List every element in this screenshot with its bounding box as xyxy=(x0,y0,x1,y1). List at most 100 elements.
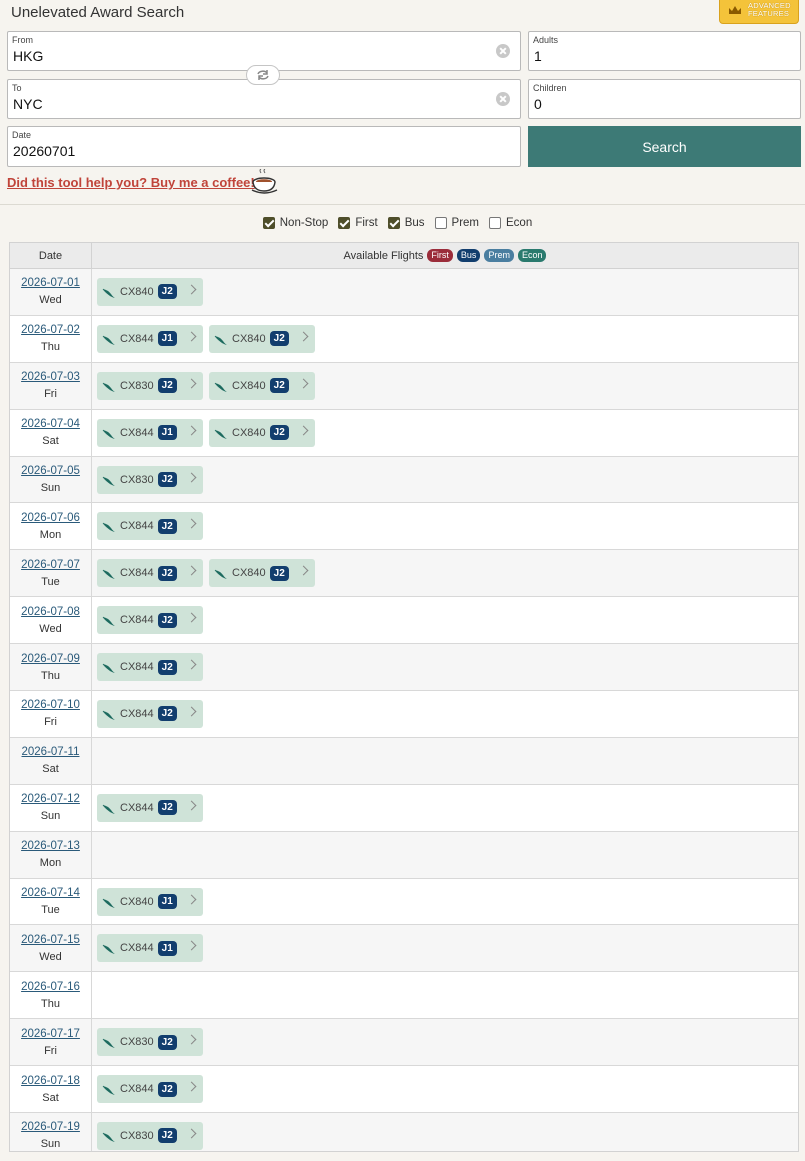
adults-input[interactable] xyxy=(534,48,751,64)
flight-chip[interactable]: CX840 J2 xyxy=(209,371,315,400)
flight-chip[interactable]: CX830 J2 xyxy=(97,1028,203,1057)
date-link[interactable]: 2026-07-15 xyxy=(21,934,80,946)
legend-badge-prem: Prem xyxy=(484,249,514,262)
flight-chip[interactable]: CX844 J2 xyxy=(97,512,203,541)
to-input[interactable] xyxy=(13,96,423,112)
table-row: 2026-07-15 Wed CX844 J1 xyxy=(10,925,798,973)
children-input[interactable] xyxy=(534,96,751,112)
date-link[interactable]: 2026-07-02 xyxy=(21,324,80,336)
date-field[interactable]: Date xyxy=(7,126,521,167)
weekday-label: Sun xyxy=(40,1138,61,1151)
flight-chip[interactable]: CX844 J2 xyxy=(97,606,203,635)
flight-chip[interactable]: CX844 J1 xyxy=(97,934,203,963)
date-link[interactable]: 2026-07-17 xyxy=(21,1028,80,1040)
flight-chip[interactable]: CX840 J1 xyxy=(97,887,203,916)
flight-chip[interactable]: CX844 J2 xyxy=(97,653,203,682)
date-link[interactable]: 2026-07-12 xyxy=(21,793,80,805)
flights-header-label: Available Flights xyxy=(343,249,424,262)
flight-chip[interactable]: CX840 J2 xyxy=(97,277,203,306)
flight-chip[interactable]: CX830 J2 xyxy=(97,465,203,494)
filter-label: First xyxy=(355,217,378,229)
airline-logo-icon xyxy=(102,567,116,580)
advanced-features-button[interactable]: ADVANCED FEATURES xyxy=(719,0,799,24)
flights-cell: CX830 J2 xyxy=(92,1019,798,1065)
date-link[interactable]: 2026-07-07 xyxy=(21,559,80,571)
date-cell: 2026-07-17 Fri xyxy=(10,1019,92,1066)
flights-cell: CX844 J2 CX840 J2 xyxy=(92,550,798,596)
search-button[interactable]: Search xyxy=(528,126,801,167)
weekday-label: Wed xyxy=(39,950,62,963)
filter-checkbox[interactable] xyxy=(434,217,447,229)
seat-class-badge: J2 xyxy=(157,800,177,816)
table-header: Date Available Flights First Bus Prem Econ xyxy=(10,243,798,269)
table-row: 2026-07-07 Tue CX844 J2 CX840 J2 xyxy=(10,550,798,598)
filter-non-stop[interactable]: Non-Stop xyxy=(262,217,328,229)
chevron-right-icon xyxy=(186,284,197,295)
airline-logo-icon xyxy=(102,942,116,955)
filter-checkbox[interactable] xyxy=(387,217,400,229)
flight-chip[interactable]: CX840 J2 xyxy=(209,418,315,447)
filter-bus[interactable]: Bus xyxy=(387,217,425,229)
clear-to-icon[interactable] xyxy=(496,92,510,106)
filter-econ[interactable]: Econ xyxy=(489,217,532,229)
filter-checkbox[interactable] xyxy=(489,217,502,229)
flight-number: CX840 xyxy=(232,567,266,580)
date-cell: 2026-07-09 Thu xyxy=(10,644,92,691)
flight-chip[interactable]: CX844 J1 xyxy=(97,324,203,353)
flights-cell xyxy=(92,738,798,784)
date-link[interactable]: 2026-07-10 xyxy=(21,699,80,711)
chevron-right-icon xyxy=(186,659,197,670)
airline-logo-icon xyxy=(214,333,228,345)
seat-class-badge: J2 xyxy=(157,706,177,722)
date-link[interactable]: 2026-07-14 xyxy=(21,887,80,899)
filter-prem[interactable]: Prem xyxy=(434,217,479,229)
date-link[interactable]: 2026-07-19 xyxy=(21,1121,80,1133)
flight-chip[interactable]: CX830 J2 xyxy=(97,371,203,400)
from-label: From xyxy=(12,35,33,45)
date-link[interactable]: 2026-07-04 xyxy=(21,418,80,430)
airline-logo-icon xyxy=(102,1083,116,1096)
date-link[interactable]: 2026-07-16 xyxy=(21,981,80,993)
flight-chip[interactable]: CX840 J2 xyxy=(209,559,315,588)
filter-first[interactable]: First xyxy=(338,217,378,229)
flight-chip[interactable]: CX840 J2 xyxy=(209,324,315,353)
date-link[interactable]: 2026-07-05 xyxy=(21,465,80,477)
date-link[interactable]: 2026-07-18 xyxy=(21,1075,80,1087)
table-row: 2026-07-02 Thu CX844 J1 CX840 J2 xyxy=(10,315,798,363)
adults-field[interactable]: Adults xyxy=(528,31,801,71)
date-link[interactable]: 2026-07-03 xyxy=(21,371,80,383)
date-link[interactable]: 2026-07-01 xyxy=(21,277,80,289)
seat-class-badge: J1 xyxy=(157,425,177,441)
clear-from-icon[interactable] xyxy=(496,44,510,58)
to-field[interactable]: To xyxy=(7,79,521,119)
flight-number: CX844 xyxy=(120,520,154,533)
children-field[interactable]: Children xyxy=(528,79,801,119)
weekday-label: Thu xyxy=(41,669,60,682)
coffee-cup-icon[interactable] xyxy=(251,168,279,195)
from-input[interactable] xyxy=(13,48,423,64)
table-row: 2026-07-08 Wed CX844 J2 xyxy=(10,597,798,645)
adults-label: Adults xyxy=(533,35,559,45)
filter-checkbox[interactable] xyxy=(262,217,275,229)
date-link[interactable]: 2026-07-09 xyxy=(21,653,80,665)
flight-number: CX830 xyxy=(120,1129,154,1142)
filter-checkbox[interactable] xyxy=(338,217,351,229)
flight-chip[interactable]: CX844 J2 xyxy=(97,1075,203,1104)
date-link[interactable]: 2026-07-11 xyxy=(22,746,80,758)
weekday-label: Sun xyxy=(40,810,61,823)
flight-chip[interactable]: CX844 J2 xyxy=(97,793,203,822)
date-cell: 2026-07-01 Wed xyxy=(10,269,92,315)
crown-icon xyxy=(728,5,742,15)
date-link[interactable]: 2026-07-08 xyxy=(21,606,80,618)
flights-cell: CX830 J2 xyxy=(92,1113,798,1151)
flight-chip[interactable]: CX844 J2 xyxy=(97,559,203,588)
date-link[interactable]: 2026-07-13 xyxy=(21,840,80,852)
swap-button[interactable] xyxy=(246,65,280,85)
date-input[interactable] xyxy=(13,143,423,159)
flight-chip[interactable]: CX844 J2 xyxy=(97,699,203,728)
date-link[interactable]: 2026-07-06 xyxy=(21,512,80,524)
airline-logo-icon xyxy=(102,474,116,486)
flight-chip[interactable]: CX830 J2 xyxy=(97,1121,203,1150)
flight-chip[interactable]: CX844 J1 xyxy=(97,418,203,447)
buy-coffee-link[interactable]: Did this tool help you? Buy me a coffee! xyxy=(7,175,255,190)
